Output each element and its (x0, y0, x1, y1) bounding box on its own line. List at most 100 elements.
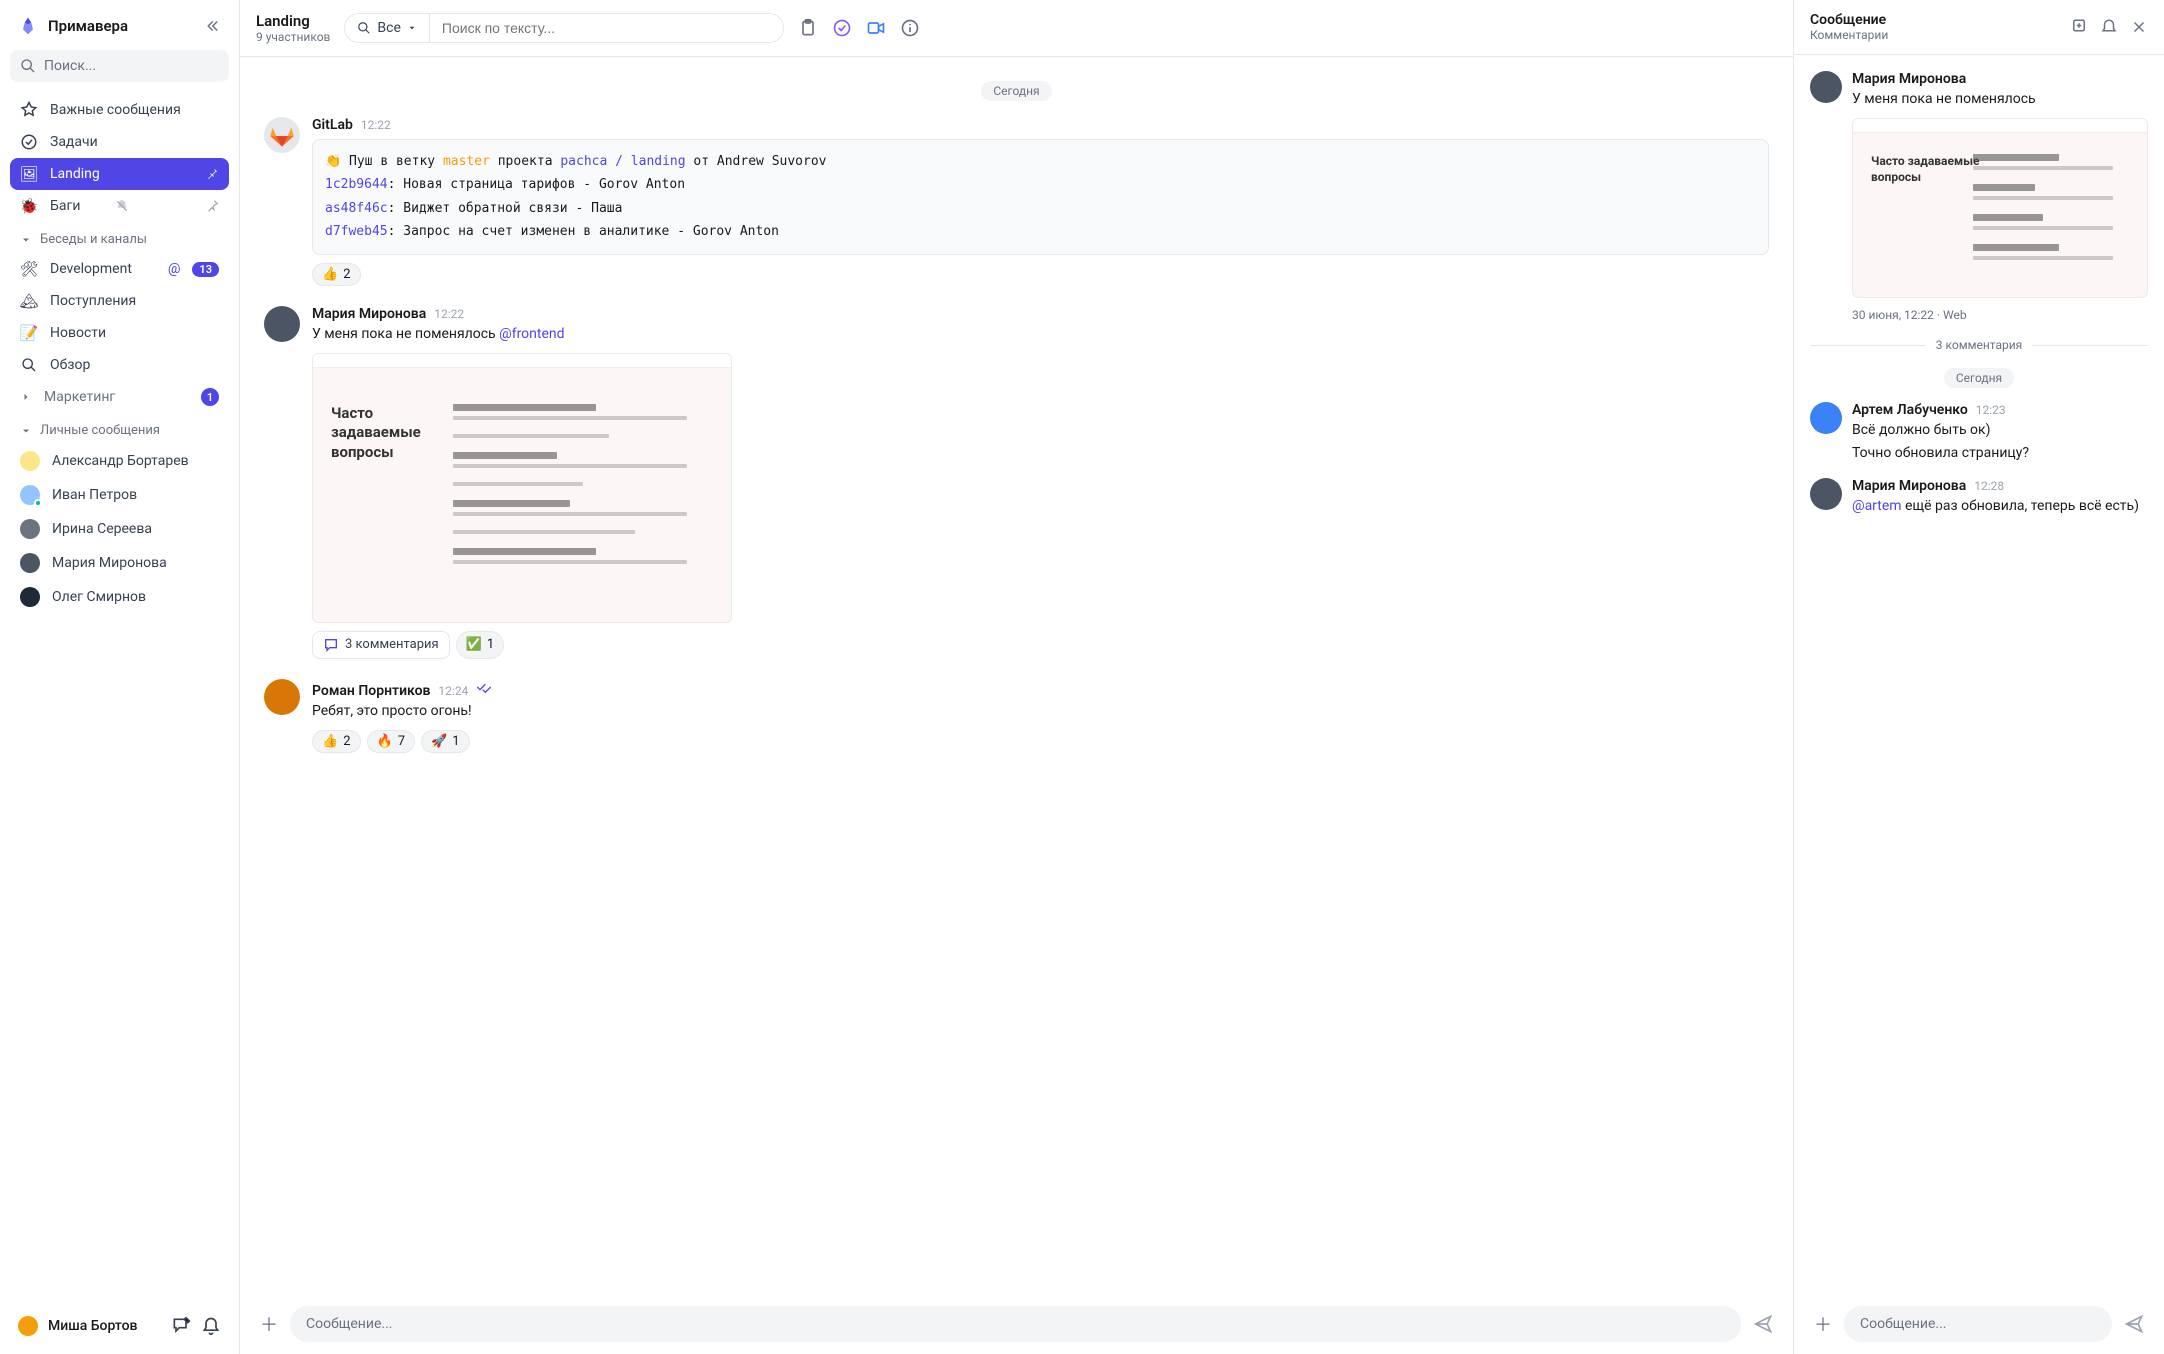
thread-composer: ＋ Сообщение... (1794, 1294, 2164, 1354)
sidebar-footer: Миша Бортов (10, 1308, 229, 1344)
star-icon (20, 101, 38, 119)
unread-badge: 1 (201, 388, 219, 406)
pin-outline-icon[interactable] (205, 199, 219, 213)
commit-hash[interactable]: 1c2b9644 (325, 177, 388, 192)
message-time: 12:24 (438, 684, 468, 698)
bell-icon[interactable] (2100, 18, 2118, 36)
reaction[interactable]: 🔥7 (367, 730, 416, 753)
sidebar-search-placeholder: Поиск... (44, 58, 96, 74)
thread-comment: Артем Лабученко12:23 Всё должно быть ок)… (1810, 402, 2148, 464)
message-author[interactable]: Артем Лабученко (1852, 402, 1968, 418)
channel-overview[interactable]: Обзор (10, 349, 229, 381)
message-author[interactable]: Мария Миронова (312, 306, 426, 322)
send-icon[interactable] (1753, 1314, 1773, 1334)
main-search: Все (344, 13, 784, 43)
mention[interactable]: @artem (1852, 498, 1902, 514)
message-input[interactable]: Сообщение... (290, 1306, 1741, 1342)
commit-hash[interactable]: d7fweb45 (325, 224, 388, 239)
channel-news[interactable]: 📝 Новости (10, 317, 229, 349)
section-dm-header[interactable]: Личные сообщения (10, 413, 229, 444)
close-icon[interactable] (2130, 18, 2148, 36)
workspace-name[interactable]: Примавера (48, 17, 193, 35)
search-filter[interactable]: Все (345, 14, 429, 42)
message-time: 12:28 (1974, 479, 2004, 493)
message-author[interactable]: Мария Миронова (1852, 478, 1966, 494)
user-avatar[interactable] (1810, 478, 1842, 510)
thread-comment: Мария Миронова12:28 @artem ещё раз обнов… (1810, 478, 2148, 517)
message-time: 12:22 (361, 118, 391, 132)
dm-item[interactable]: Ирина Сереева (10, 512, 229, 546)
new-message-icon[interactable] (171, 1316, 191, 1336)
attach-button[interactable]: ＋ (260, 1311, 278, 1337)
nav-important[interactable]: Важные сообщения (10, 94, 229, 126)
git-project-link[interactable]: pachca / landing (560, 154, 685, 169)
dm-item[interactable]: Иван Петров (10, 478, 229, 512)
commit-hash[interactable]: as48f46c (325, 201, 388, 216)
user-avatar (20, 587, 40, 607)
task-check-icon[interactable] (832, 18, 852, 38)
clipboard-icon[interactable] (798, 18, 818, 38)
info-icon[interactable] (900, 18, 920, 38)
image-attachment[interactable]: Часто задаваемые вопросы (1852, 118, 2148, 298)
unread-badge: 13 (192, 262, 219, 277)
attach-button[interactable]: ＋ (1814, 1311, 1832, 1337)
image-attachment[interactable]: Часто задаваемые вопросы (312, 353, 732, 623)
messages-scroll[interactable]: Сегодня GitLab 12:22 👏 Пуш в ветку maste… (240, 57, 1793, 1294)
chevron-down-icon (20, 234, 32, 246)
user-avatar[interactable] (264, 306, 300, 342)
reaction[interactable]: 🚀1 (421, 730, 470, 753)
current-user-name[interactable]: Миша Бортов (48, 1318, 161, 1334)
presence-indicator (34, 499, 42, 507)
collapse-sidebar-icon[interactable] (203, 17, 221, 35)
app-logo (18, 16, 38, 36)
gitlab-avatar[interactable] (264, 117, 300, 153)
search-input[interactable] (430, 14, 784, 42)
bell-icon[interactable] (201, 1316, 221, 1336)
user-avatar[interactable] (1810, 402, 1842, 434)
reaction[interactable]: 👍2 (312, 730, 361, 753)
channel-emoji: 🖼 (20, 165, 38, 183)
thread-comments-count: 3 комментария (1936, 338, 2022, 352)
channel-title[interactable]: Landing (256, 12, 330, 30)
thread-title: Сообщение (1810, 12, 2070, 28)
sidebar-search[interactable]: Поиск... (10, 50, 229, 82)
channel-income[interactable]: 🏔 Поступления (10, 285, 229, 317)
mention-icon: @ (168, 261, 181, 277)
channel-emoji: 🛠 (20, 260, 38, 278)
nav-tasks[interactable]: Задачи (10, 126, 229, 158)
section-marketing[interactable]: Маркетинг 1 (10, 381, 229, 413)
message-author[interactable]: GitLab (312, 117, 353, 133)
git-branch[interactable]: master (443, 154, 490, 169)
add-bookmark-icon[interactable] (2070, 18, 2088, 36)
user-avatar (20, 485, 40, 505)
user-avatar[interactable] (1810, 71, 1842, 103)
mute-icon (115, 199, 129, 213)
message-author[interactable]: Мария Миронова (1852, 71, 1966, 87)
comments-button[interactable]: 3 комментария (312, 631, 450, 659)
channel-bugs[interactable]: 🐞 Баги (10, 190, 229, 222)
chevron-down-icon (20, 425, 32, 437)
message-roman: Роман Порнтиков 12:24 Ребят, это просто … (264, 679, 1769, 753)
reaction[interactable]: ✅1 (456, 631, 505, 659)
dm-item[interactable]: Олег Смирнов (10, 580, 229, 614)
thread-subtitle: Комментарии (1810, 28, 2070, 42)
pin-icon (205, 167, 219, 181)
message-author[interactable]: Роман Порнтиков (312, 683, 430, 699)
reaction[interactable]: 👍2 (312, 263, 361, 286)
channel-subtitle[interactable]: 9 участников (256, 30, 330, 44)
gitlab-icon (268, 121, 296, 149)
user-avatar[interactable] (264, 679, 300, 715)
send-icon[interactable] (2124, 1314, 2144, 1334)
search-icon (357, 21, 371, 35)
section-channels-header[interactable]: Беседы и каналы (10, 222, 229, 253)
sidebar: Примавера Поиск... Важные сообщения Зада… (0, 0, 240, 1354)
dm-item[interactable]: Мария Миронова (10, 546, 229, 580)
current-user-avatar[interactable] (18, 1316, 38, 1336)
mention[interactable]: @frontend (499, 326, 564, 342)
channel-landing[interactable]: 🖼 Landing (10, 158, 229, 190)
dm-item[interactable]: Александр Бортарев (10, 444, 229, 478)
channel-development[interactable]: 🛠 Development @ 13 (10, 253, 229, 285)
message-maria: Мария Миронова 12:22 У меня пока не поме… (264, 306, 1769, 659)
video-icon[interactable] (866, 18, 886, 38)
thread-message-input[interactable]: Сообщение... (1844, 1306, 2112, 1342)
